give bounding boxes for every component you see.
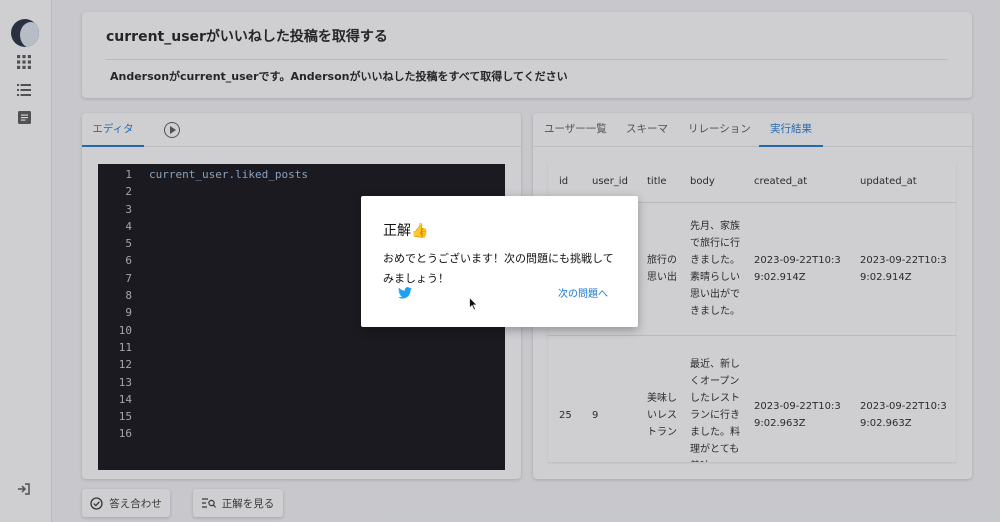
dialog-message: おめでとうございます！次の問題にも挑戦してみましょう！ <box>383 252 614 285</box>
mouse-cursor-icon <box>469 297 478 311</box>
twitter-icon[interactable] <box>398 287 412 299</box>
success-dialog: 正解👍 おめでとうございます！次の問題にも挑戦してみましょう！ 次の問題へ <box>361 196 638 327</box>
dialog-title: 正解👍 <box>383 223 429 239</box>
next-problem-link[interactable]: 次の問題へ <box>558 285 608 300</box>
